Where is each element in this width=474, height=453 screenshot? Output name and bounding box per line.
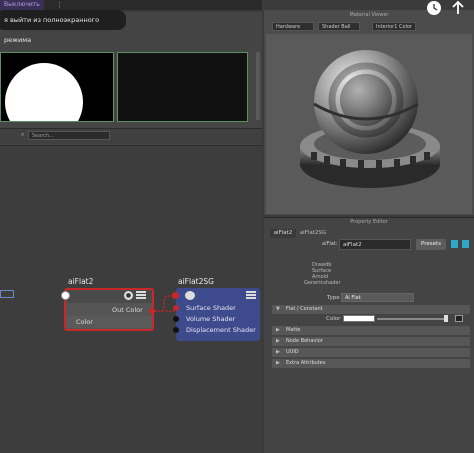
show-output-icon[interactable] — [462, 240, 469, 248]
show-input-icon[interactable] — [451, 240, 458, 248]
out-color-port-label: Out Color — [112, 306, 143, 314]
top-strip: Выключить ⋮ — [0, 0, 262, 10]
window-controls — [427, 0, 464, 15]
shading-group-input-port[interactable] — [172, 292, 179, 299]
renderer-select[interactable]: Hardware — [272, 22, 314, 31]
swatch-sphere — [5, 63, 83, 121]
swatch-preview-empty — [117, 52, 248, 122]
volume-shader-port[interactable] — [173, 316, 179, 322]
color-swatch[interactable] — [343, 315, 375, 322]
collapsed-triangle-icon: ▶ — [276, 360, 280, 366]
section-label: Matte — [286, 327, 301, 333]
displacement-shader-row[interactable]: Displacement Shader — [176, 325, 260, 335]
surface-shader-port[interactable] — [173, 305, 179, 311]
section-flat-constant[interactable]: ▼ Flat / Constant — [272, 305, 470, 314]
collapsed-triangle-icon: ▶ — [276, 349, 280, 355]
node-swatch-icon[interactable]: ● — [124, 291, 133, 300]
lighting-select[interactable]: Interior1 Color — [372, 22, 416, 31]
node-list-icon[interactable] — [246, 291, 256, 300]
section-label: UUID — [286, 349, 299, 355]
volume-shader-row[interactable]: Volume Shader — [176, 314, 260, 324]
offscreen-node[interactable] — [0, 290, 14, 298]
shader-ball-render — [300, 50, 440, 188]
color-port-label: Color — [76, 318, 93, 326]
shader-node-input-port[interactable] — [61, 291, 70, 300]
material-viewer-viewport[interactable] — [266, 34, 472, 214]
property-editor-panel — [264, 217, 474, 453]
color-slider-handle[interactable] — [444, 315, 448, 322]
color-attribute-label: Color — [326, 316, 341, 322]
surface-shader-row[interactable]: Surface Shader — [176, 303, 260, 313]
section-extra-attributes[interactable]: ▶ Extra Attributes — [272, 359, 470, 368]
presets-button[interactable]: Presets — [416, 239, 446, 250]
shader-node-title[interactable]: aiFlat2 — [68, 277, 93, 286]
expanded-triangle-icon: ▼ — [276, 306, 280, 312]
map-button-icon[interactable] — [455, 315, 463, 322]
section-label: Extra Attributes — [286, 360, 326, 366]
share-icon — [452, 0, 464, 14]
color-slider[interactable] — [377, 318, 447, 320]
type-label: Type — [327, 295, 340, 301]
shading-group-node-title[interactable]: aiFlat2SG — [178, 277, 214, 286]
section-label: Flat / Constant — [286, 306, 323, 312]
section-label: Node Behavior — [286, 338, 323, 344]
property-editor-title: Property Editor — [350, 219, 388, 225]
section-node-behavior[interactable]: ▶ Node Behavior — [272, 337, 470, 346]
more-options-icon[interactable]: ⋮ — [56, 0, 63, 10]
displacement-shader-port[interactable] — [173, 327, 179, 333]
fullscreen-exit-tab[interactable]: Выключить — [0, 0, 44, 10]
shading-group-icon — [185, 291, 195, 300]
node-list-icon[interactable] — [136, 291, 146, 300]
collapsed-triangle-icon: ▶ — [276, 327, 280, 333]
classification-genericshader: Genericshader — [304, 280, 341, 286]
section-uuid[interactable]: ▶ UUID — [272, 348, 470, 357]
section-matte[interactable]: ▶ Matte — [272, 326, 470, 335]
fullscreen-toast: я выйти из полноэкранного режима — [0, 10, 126, 44]
tab-aiflat2[interactable]: aiFlat2 — [270, 229, 296, 238]
collapsed-triangle-icon: ▶ — [276, 338, 280, 344]
type-select[interactable]: Ai Flat — [341, 293, 414, 302]
preview-scrollbar[interactable] — [256, 52, 260, 120]
node-name-input[interactable]: aiFlat2 — [339, 239, 411, 250]
search-icon: ⌕ — [21, 131, 25, 138]
node-name-label: aiFlat: — [322, 241, 338, 247]
shape-select[interactable]: Shader Ball — [318, 22, 360, 31]
tab-aiflat2sg[interactable]: aiFlat2SG — [298, 229, 328, 238]
swatch-preview — [0, 52, 114, 122]
hypershade-search-input[interactable]: Search... — [28, 131, 110, 140]
